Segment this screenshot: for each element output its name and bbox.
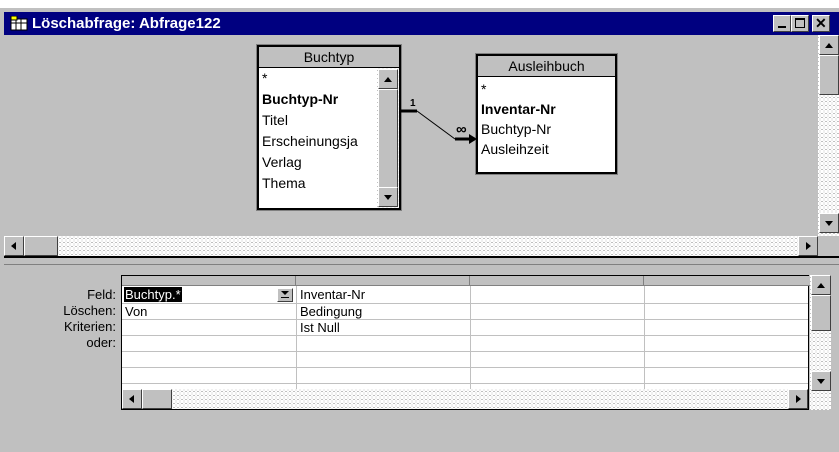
- arrow-down-icon: [817, 379, 825, 384]
- grid-cell-feld-4[interactable]: [645, 287, 808, 303]
- field-item[interactable]: *: [259, 68, 377, 89]
- grid-cell-loeschen-1[interactable]: Von: [122, 304, 296, 320]
- row-label-feld: Feld:: [87, 287, 116, 302]
- arrow-left-icon: [11, 242, 16, 250]
- grid-line: [122, 367, 808, 368]
- field-item[interactable]: *: [478, 79, 615, 99]
- relationship-many-label: ∞: [456, 121, 467, 138]
- scroll-left-button[interactable]: [4, 236, 24, 256]
- grid-cell-kriterien-4[interactable]: [645, 320, 808, 336]
- scroll-thumb[interactable]: [811, 295, 831, 331]
- table-pane-hscrollbar[interactable]: [4, 236, 818, 256]
- scroll-thumb[interactable]: [819, 55, 839, 95]
- table-ausleihbuch[interactable]: Ausleihbuch * Inventar-Nr Buchtyp-Nr Aus…: [475, 53, 618, 175]
- scroll-up-button[interactable]: [819, 35, 839, 55]
- table-title-buchtyp[interactable]: Buchtyp: [259, 47, 399, 68]
- scroll-thumb[interactable]: [24, 236, 58, 256]
- field-item[interactable]: Inventar-Nr: [478, 99, 615, 119]
- grid-cell-feld-2[interactable]: Inventar-Nr: [297, 287, 470, 303]
- scroll-up-button[interactable]: [811, 275, 831, 295]
- field-item[interactable]: Titel: [259, 110, 377, 131]
- close-button[interactable]: ✕: [812, 15, 830, 32]
- grid-hscrollbar[interactable]: [122, 389, 808, 409]
- scroll-corner: [818, 236, 839, 256]
- table-pane-vscrollbar[interactable]: [818, 35, 839, 236]
- dropdown-bar-icon: [281, 297, 289, 298]
- grid-cell-kriterien-1[interactable]: [122, 320, 296, 336]
- scroll-up-button[interactable]: [378, 69, 398, 89]
- scroll-right-button[interactable]: [788, 389, 808, 409]
- grid-cell-kriterien-3[interactable]: [471, 320, 644, 336]
- row-label-oder: oder:: [86, 335, 116, 350]
- field-item[interactable]: Buchtyp-Nr: [478, 119, 615, 139]
- field-item[interactable]: Erscheinungsja: [259, 131, 377, 152]
- column-selector[interactable]: [644, 276, 810, 286]
- dropdown-arrow-icon: [281, 291, 289, 295]
- grid-cell-loeschen-3[interactable]: [471, 304, 644, 320]
- arrow-left-icon: [129, 395, 134, 403]
- design-grid[interactable]: Buchtyp.* Von Inventar-Nr Bedingung Ist …: [121, 275, 810, 410]
- field-item[interactable]: Ausleihzeit: [478, 139, 615, 159]
- window-title: Löschabfrage: Abfrage122: [32, 15, 221, 32]
- arrow-down-icon: [825, 221, 833, 226]
- grid-cell-feld-1[interactable]: Buchtyp.*: [122, 287, 296, 303]
- pane-splitter[interactable]: [4, 256, 839, 265]
- title-bar[interactable]: Löschabfrage: Abfrage122 ✕: [4, 12, 839, 35]
- grid-line: [122, 383, 808, 384]
- column-selector[interactable]: [470, 276, 644, 286]
- scroll-thumb[interactable]: [142, 389, 172, 409]
- relationship-line[interactable]: [395, 95, 485, 150]
- row-label-kriterien: Kriterien:: [63, 319, 116, 334]
- arrow-right-icon: [806, 242, 811, 250]
- minimize-button[interactable]: [773, 15, 791, 32]
- grid-vscrollbar[interactable]: [810, 275, 831, 410]
- arrow-up-icon: [384, 77, 392, 82]
- maximize-icon: [795, 18, 805, 28]
- scroll-down-button[interactable]: [819, 213, 839, 233]
- row-label-loeschen: Löschen:: [63, 303, 116, 318]
- grid-line: [122, 351, 808, 352]
- scroll-down-button[interactable]: [811, 371, 831, 391]
- column-selector[interactable]: [122, 276, 296, 286]
- grid-cell-loeschen-4[interactable]: [645, 304, 808, 320]
- field-dropdown-button[interactable]: [277, 288, 293, 302]
- arrow-down-icon: [384, 195, 392, 200]
- arrow-right-icon: [796, 395, 801, 403]
- minimize-icon: [778, 26, 786, 28]
- maximize-button[interactable]: [791, 15, 809, 32]
- query-icon[interactable]: [10, 15, 28, 31]
- table-title-ausleihbuch[interactable]: Ausleihbuch: [478, 56, 615, 77]
- scroll-right-button[interactable]: [798, 236, 818, 256]
- field-item[interactable]: Buchtyp-Nr: [259, 89, 377, 110]
- grid-cell-feld-3[interactable]: [471, 287, 644, 303]
- relationship-one-label: 1: [410, 98, 416, 109]
- arrow-up-icon: [817, 283, 825, 288]
- selected-field-text[interactable]: Buchtyp.*: [124, 287, 182, 302]
- arrow-up-icon: [825, 43, 833, 48]
- field-item[interactable]: Verlag: [259, 152, 377, 173]
- column-selector[interactable]: [296, 276, 470, 286]
- close-icon: ✕: [815, 15, 827, 31]
- scroll-left-button[interactable]: [122, 389, 142, 409]
- grid-cell-loeschen-2[interactable]: Bedingung: [297, 304, 470, 320]
- table-buchtyp[interactable]: Buchtyp * Buchtyp-Nr Titel Erscheinungsj…: [256, 44, 402, 211]
- scroll-down-button[interactable]: [378, 187, 398, 207]
- field-item[interactable]: Thema: [259, 173, 377, 194]
- grid-cell-kriterien-2[interactable]: Ist Null: [297, 320, 470, 336]
